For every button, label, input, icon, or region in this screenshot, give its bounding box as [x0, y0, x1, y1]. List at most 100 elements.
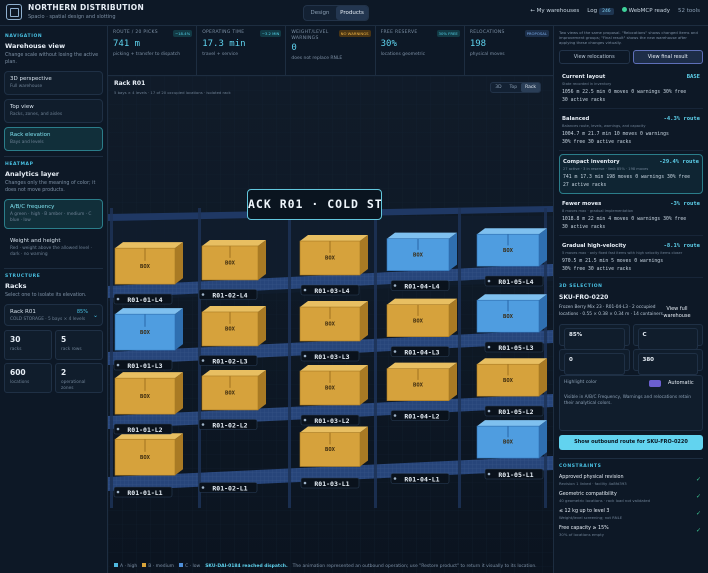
scenario-gradual[interactable]: Gradual high-velocity -8.1% route 5 move…: [559, 239, 703, 278]
log-button[interactable]: Log 246: [587, 7, 614, 15]
scene-title: Rack R01: [114, 80, 146, 87]
scenario-delta: -3% route: [670, 201, 700, 207]
scenario-name: Current layout: [562, 74, 606, 80]
view-tab-rack[interactable]: Rack: [521, 83, 540, 92]
legend-a-label: A · high: [120, 564, 138, 569]
show-outbound-route-button[interactable]: Show outbound route for SKU-FRO-0220: [559, 435, 703, 450]
slot-label: R01-01-L3: [127, 362, 162, 370]
highlight-color-box: Highlight color Automatic Visible in A/B…: [559, 375, 703, 431]
view-option-top-title: Top view: [10, 104, 34, 110]
slot-label-dot-icon: [487, 345, 491, 349]
slot-label-dot-icon: [303, 418, 307, 422]
box-top: [300, 301, 368, 308]
slot-label: R01-03-L2: [314, 417, 349, 425]
slot-label-dot-icon: [303, 288, 307, 292]
stat-value: 5: [61, 335, 67, 344]
tab-design[interactable]: Design: [304, 6, 336, 20]
scenario-balanced[interactable]: Balanced -4.3% route Balances route, lev…: [559, 112, 703, 151]
tab-view-final-result[interactable]: View final result: [632, 50, 703, 64]
check-icon: ✓: [695, 493, 701, 500]
box-side: [449, 362, 457, 401]
box-side: [539, 294, 547, 333]
rack-3d-viewport[interactable]: BOX BOX BOX BOX BOX BOX BOX BOX BOX BOX BOX BOX BOX B…: [108, 76, 553, 573]
stat-locations: 600 locations: [4, 363, 52, 393]
sel-stat-class: CFast-moving SKUs: [632, 324, 703, 375]
legend-a: A · high: [114, 563, 137, 569]
constraint-item: ≤ 12 kg up to level 3 Weight/level scree…: [559, 507, 703, 524]
kpi-badge: 30% FREE: [436, 30, 460, 37]
highlight-color-desc: Visible in A/B/C Frequency, Warnings and…: [564, 395, 692, 406]
kpi-badge: −3.2 MIN: [259, 30, 282, 37]
divider: [4, 268, 103, 269]
slot-label-dot-icon: [116, 297, 120, 301]
box-top: [477, 420, 547, 427]
box-side: [539, 228, 547, 267]
slot-label: R01-02-L4: [212, 291, 247, 299]
slot-label-dot-icon: [116, 427, 120, 431]
box-side: [449, 232, 457, 271]
heatmap-option-abc-sub: A green · high · B amber · medium · C bl…: [10, 212, 92, 223]
constraint-name: Geometric compatibility: [559, 492, 617, 497]
scenario-delta: -8.1% route: [663, 243, 700, 249]
rack-select-dropdown[interactable]: Rack R01 COLD STORAGE · 5 bays × 4 level…: [4, 304, 103, 326]
view-option-3d[interactable]: 3D perspective Full warehouse: [4, 71, 103, 95]
warehouse-view-title: Warehouse view: [5, 42, 66, 50]
scenario-metrics-line: 1018.8 m 22 min 4 moves 0 warnings 30% f…: [562, 217, 687, 222]
box-top: [202, 305, 266, 312]
box-label: BOX: [140, 264, 151, 270]
kpi-value: 198: [469, 39, 487, 49]
box-side: [258, 369, 266, 410]
slot-label-dot-icon: [393, 350, 397, 353]
log-count-badge: 246: [599, 7, 614, 15]
box-label: BOX: [140, 394, 151, 400]
slot-label-dot-icon: [116, 363, 120, 367]
highlight-color-value[interactable]: Automatic: [668, 380, 694, 386]
scenario-fewer-moves[interactable]: Fewer moves -3% route 8 moves max · grad…: [559, 197, 703, 236]
scene-subtitle: 5 bays × 4 levels · 17 of 20 occupied lo…: [114, 90, 231, 95]
kpi-strip: ROUTE / 20 PICKS 741 m picking + transfe…: [108, 26, 553, 76]
view-option-rack-sub: Bays and levels: [10, 140, 44, 145]
rack-occupancy: 85%: [76, 309, 88, 315]
selected-sku: SKU-FRO-0220: [559, 294, 609, 301]
box-side: [539, 420, 547, 459]
scenario-desc: 5 moves max · only fixed fast items with…: [562, 251, 683, 255]
stat-rack-rows: 5 rack rows: [55, 330, 103, 360]
scene-view-tabs: 3D Top Rack: [490, 82, 541, 93]
my-warehouses-link[interactable]: ← My warehouses: [530, 8, 579, 14]
constraint-name: Approved physical revision: [559, 475, 624, 480]
box-label: BOX: [413, 318, 424, 324]
view-tab-3d[interactable]: 3D: [491, 83, 505, 92]
scenario-metrics: 741 m 17.3 min 198 moves 0 warnings 30% …: [563, 174, 699, 189]
top-bar: NORTHERN DISTRIBUTION Spacio · spatial d…: [0, 0, 708, 26]
box-label: BOX: [413, 252, 424, 258]
box-top: [477, 358, 547, 365]
view-option-top[interactable]: Top view Racks, zones, and aisles: [4, 99, 103, 123]
constraint-item: Approved physical revision Revision 1 li…: [559, 473, 703, 490]
heatmap-option-abc[interactable]: A/B/C frequency A green · high · B amber…: [4, 199, 103, 229]
scenario-compact[interactable]: Compact inventory -29.4% route 27 active…: [559, 154, 703, 194]
view-tab-top[interactable]: Top: [506, 83, 522, 92]
scenario-metrics-line: 27 active racks: [563, 182, 607, 188]
scenario-metrics: 1056 m 22.5 min 0 moves 0 warnings 30% f…: [562, 89, 700, 104]
kpi-relocations: RELOCATIONS 198 physical moves PROPOSAL: [465, 26, 553, 75]
structure-stats: 30 racks 5 rack rows 600 locations 2 operati…: [4, 330, 103, 393]
box-label: BOX: [225, 261, 236, 267]
tab-products[interactable]: Products: [336, 6, 368, 20]
heatmap-option-weight-sub: Red · weight above the allowed level · d…: [10, 246, 92, 257]
slot-label: R01-04-L1: [404, 475, 439, 483]
constraint-item: Geometric compatibility 40 geometric loc…: [559, 490, 703, 507]
app-title: NORTHERN DISTRIBUTION: [28, 3, 145, 12]
chevron-down-icon: ⌄: [92, 312, 98, 319]
heatmap-option-weight[interactable]: Weight and height Red · weight above the…: [4, 233, 103, 263]
view-full-warehouse-link[interactable]: View full warehouse: [657, 306, 697, 320]
box-label: BOX: [325, 386, 336, 392]
highlight-color-swatch[interactable]: [649, 380, 661, 387]
slot-label-dot-icon: [201, 423, 205, 426]
box-top: [115, 372, 183, 379]
rack-upright: [110, 208, 113, 508]
tools-count[interactable]: 52 tools: [678, 8, 700, 14]
scenario-current[interactable]: Current layout BASE State recorded in in…: [559, 70, 703, 109]
kpi-badge: −18.4%: [172, 30, 193, 37]
view-option-rack[interactable]: Rack elevation Bays and levels: [4, 127, 103, 151]
tab-view-relocations[interactable]: View relocations: [559, 50, 630, 64]
